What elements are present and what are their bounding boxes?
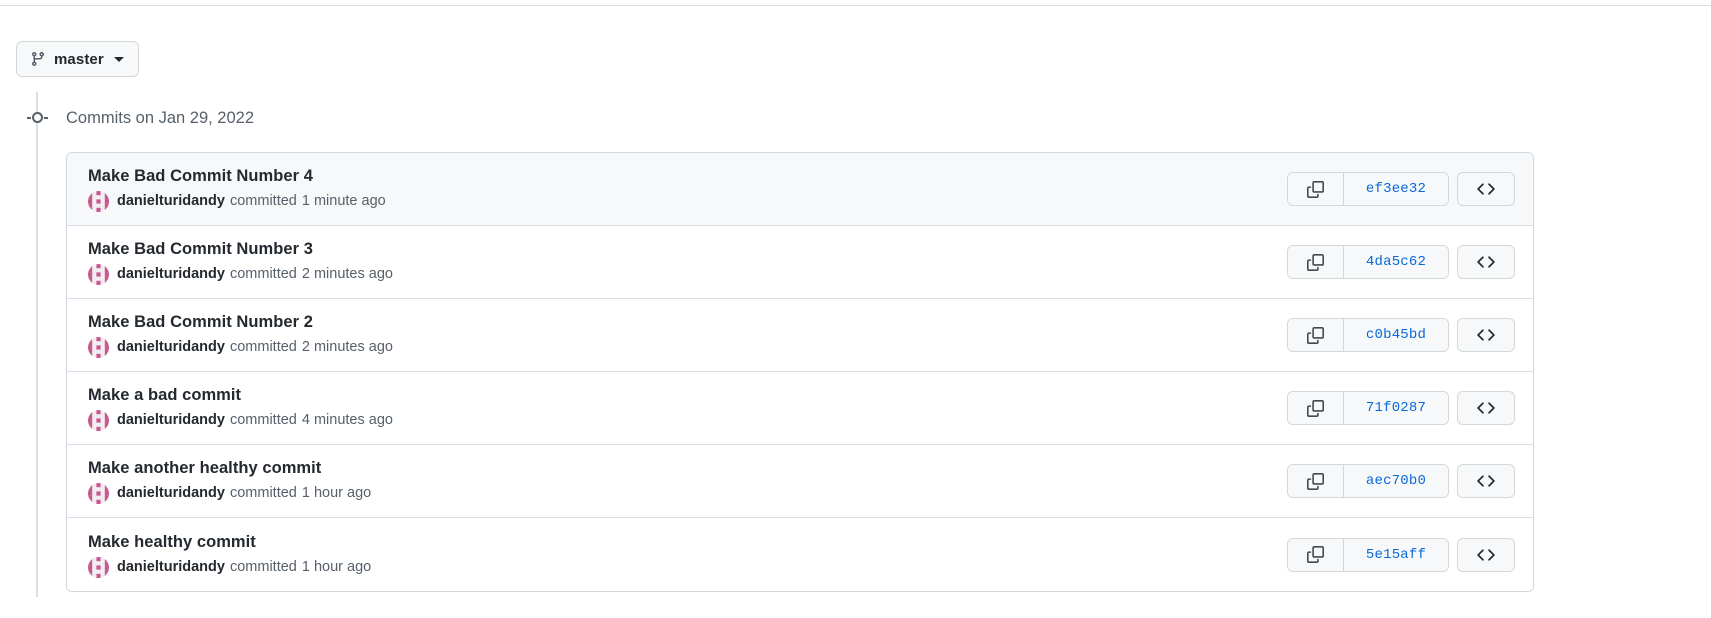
avatar[interactable] (88, 483, 109, 504)
commit-author-link[interactable]: danielturidandy (117, 192, 225, 211)
commit-details: Make healthy commit danielturidandy commit… (88, 532, 1271, 578)
commit-action-label: committed (229, 485, 297, 501)
branch-selector-button[interactable]: master (16, 41, 139, 77)
commit-details: Make a bad commit danielturidandy committe… (88, 385, 1271, 431)
commit-sha-link[interactable]: c0b45bd (1344, 319, 1448, 351)
commit-action-label: committed (229, 412, 297, 428)
commit-row: Make Bad Commit Number 3 danielturidandy c… (67, 226, 1533, 299)
commit-timestamp[interactable]: 1 hour ago (302, 484, 371, 503)
avatar[interactable] (88, 410, 109, 431)
commit-action-label: committed (229, 558, 297, 575)
commit-actions: 4da5c62 (1287, 245, 1515, 279)
commit-meta: danielturidandy committed 2 minutes ago (88, 264, 1271, 285)
code-brackets-icon[interactable] (1457, 391, 1515, 425)
commit-sha-link[interactable]: 4da5c62 (1344, 246, 1448, 278)
commit-details: Make Bad Commit Number 4 danielturidandy c… (88, 166, 1271, 212)
timeline-line (36, 92, 38, 597)
commit-sha-group: ef3ee32 (1287, 172, 1449, 206)
commit-title-link[interactable]: Make a bad commit (88, 385, 1271, 405)
avatar[interactable] (88, 337, 109, 358)
commit-list: Make Bad Commit Number 4 danielturidandy c… (66, 152, 1534, 592)
commit-meta: danielturidandy committed 1 hour ago (88, 556, 1271, 578)
commit-details: Make Bad Commit Number 3 danielturidandy c… (88, 239, 1271, 285)
commit-actions: c0b45bd (1287, 318, 1515, 352)
avatar[interactable] (88, 264, 109, 285)
commit-sha-link[interactable]: aec70b0 (1344, 465, 1448, 497)
commit-author-link[interactable]: danielturidandy (117, 265, 225, 284)
commit-actions: 71f0287 (1287, 391, 1515, 425)
commit-timestamp[interactable]: 2 minutes ago (302, 338, 393, 357)
avatar[interactable] (88, 191, 109, 212)
chevron-down-icon (113, 56, 124, 62)
branch-name-label: master (54, 50, 104, 68)
git-branch-icon (30, 51, 46, 67)
commit-title-link[interactable]: Make healthy commit (88, 532, 1271, 552)
commit-timestamp[interactable]: 1 hour ago (302, 558, 371, 577)
copy-icon[interactable] (1288, 319, 1344, 351)
commit-sha-group: aec70b0 (1287, 464, 1449, 498)
copy-icon[interactable] (1288, 538, 1344, 571)
code-brackets-icon[interactable] (1457, 245, 1515, 279)
commit-meta: danielturidandy committed 2 minutes ago (88, 337, 1271, 358)
commit-row: Make Bad Commit Number 4 danielturidandy c… (67, 153, 1533, 226)
commit-timestamp[interactable]: 2 minutes ago (302, 265, 393, 284)
commit-action-label: committed (229, 193, 297, 209)
commit-meta: danielturidandy committed 1 hour ago (88, 483, 1271, 504)
commit-actions: aec70b0 (1287, 464, 1515, 498)
copy-icon[interactable] (1288, 173, 1344, 205)
commit-title-link[interactable]: Make Bad Commit Number 3 (88, 239, 1271, 259)
timeline-commit-node-icon (26, 111, 48, 124)
top-divider (0, 5, 1711, 6)
commit-action-label: committed (229, 266, 297, 282)
copy-icon[interactable] (1288, 246, 1344, 278)
copy-icon[interactable] (1288, 392, 1344, 424)
commit-sha-link[interactable]: 71f0287 (1344, 392, 1448, 424)
commit-author-link[interactable]: danielturidandy (117, 484, 225, 503)
code-brackets-icon[interactable] (1457, 464, 1515, 498)
commit-sha-group: 71f0287 (1287, 391, 1449, 425)
commit-sha-group: 5e15aff (1287, 537, 1449, 572)
commit-row: Make a bad commit danielturidandy committe… (67, 372, 1533, 445)
commit-timestamp[interactable]: 1 minute ago (302, 192, 386, 211)
commit-title-link[interactable]: Make another healthy commit (88, 458, 1271, 478)
commit-actions: 5e15aff (1287, 537, 1515, 572)
commit-actions: ef3ee32 (1287, 172, 1515, 206)
commit-meta: danielturidandy committed 4 minutes ago (88, 410, 1271, 431)
commit-author-link[interactable]: danielturidandy (117, 558, 225, 577)
code-brackets-icon[interactable] (1457, 537, 1515, 572)
commits-page: master Commits on Jan 29, 2022 Make Bad … (0, 0, 1711, 618)
commit-details: Make another healthy commit danielturidan… (88, 458, 1271, 504)
copy-icon[interactable] (1288, 465, 1344, 497)
avatar[interactable] (88, 556, 109, 578)
commit-row: Make Bad Commit Number 2 danielturidandy c… (67, 299, 1533, 372)
commits-date-header: Commits on Jan 29, 2022 (66, 109, 255, 127)
commit-author-link[interactable]: danielturidandy (117, 338, 225, 357)
commit-sha-group: c0b45bd (1287, 318, 1449, 352)
commit-row: Make another healthy commit danielturidan… (67, 445, 1533, 518)
commit-sha-link[interactable]: 5e15aff (1344, 538, 1448, 571)
commit-timestamp[interactable]: 4 minutes ago (302, 411, 393, 430)
commit-sha-link[interactable]: ef3ee32 (1344, 173, 1448, 205)
commit-sha-group: 4da5c62 (1287, 245, 1449, 279)
commit-title-link[interactable]: Make Bad Commit Number 2 (88, 312, 1271, 332)
code-brackets-icon[interactable] (1457, 172, 1515, 206)
code-brackets-icon[interactable] (1457, 318, 1515, 352)
commit-title-link[interactable]: Make Bad Commit Number 4 (88, 166, 1271, 186)
commit-meta: danielturidandy committed 1 minute ago (88, 191, 1271, 212)
commit-author-link[interactable]: danielturidandy (117, 411, 225, 430)
commit-row: Make healthy commit danielturidandy commit… (67, 518, 1533, 591)
commit-details: Make Bad Commit Number 2 danielturidandy c… (88, 312, 1271, 358)
commit-action-label: committed (229, 339, 297, 355)
